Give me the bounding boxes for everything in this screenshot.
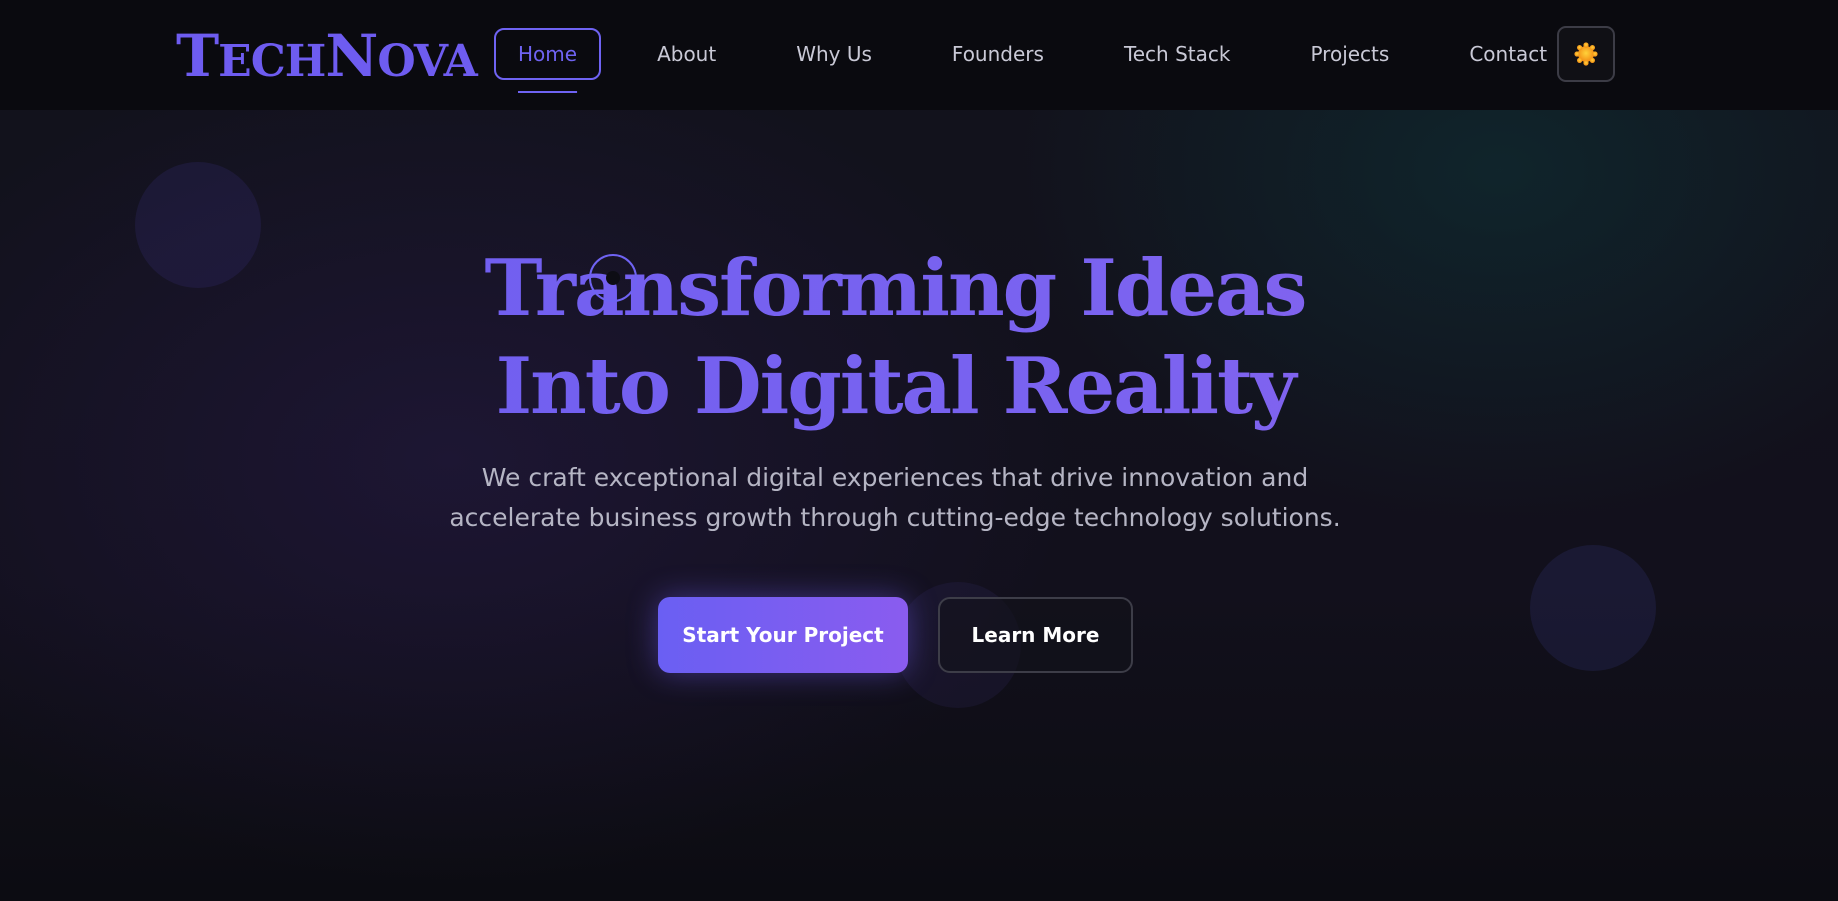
hero-subtitle: We craft exceptional digital experiences… [449, 463, 1341, 532]
nav-link-founders[interactable]: Founders [930, 28, 1066, 80]
learn-more-button[interactable]: Learn More [938, 597, 1133, 673]
logo-text-ech: ECH [218, 36, 326, 87]
custom-cursor-dot [606, 271, 620, 285]
nav-link-tech-stack[interactable]: Tech Stack [1102, 28, 1253, 80]
theme-toggle-button[interactable] [1557, 26, 1615, 82]
logo-text-ova: OVA [377, 36, 477, 87]
nav-link-projects[interactable]: Projects [1288, 28, 1411, 80]
nav-link-why-us[interactable]: Why Us [774, 28, 894, 80]
nav-link-about[interactable]: About [635, 28, 738, 80]
start-project-button[interactable]: Start Your Project [658, 597, 908, 673]
nav-link-contact[interactable]: Contact [1447, 28, 1569, 80]
sun-icon [1574, 42, 1598, 66]
logo-letter-n: N [325, 22, 378, 90]
hero-title: Transforming Ideas Into Digital Reality [0, 240, 1790, 436]
nav-link-home[interactable]: Home [494, 28, 602, 80]
logo[interactable]: TECHNOVA [176, 26, 478, 92]
hero-title-line-2: Into Digital Reality [495, 341, 1295, 432]
logo-letter-t: T [176, 22, 219, 90]
hero-section: Transforming Ideas Into Digital Reality … [0, 110, 1838, 901]
decorative-bubble [1530, 545, 1656, 671]
nav-links: Home About Why Us Founders Tech Stack Pr… [494, 28, 1605, 80]
navbar: TECHNOVA Home About Why Us Founders Tech… [0, 0, 1838, 110]
